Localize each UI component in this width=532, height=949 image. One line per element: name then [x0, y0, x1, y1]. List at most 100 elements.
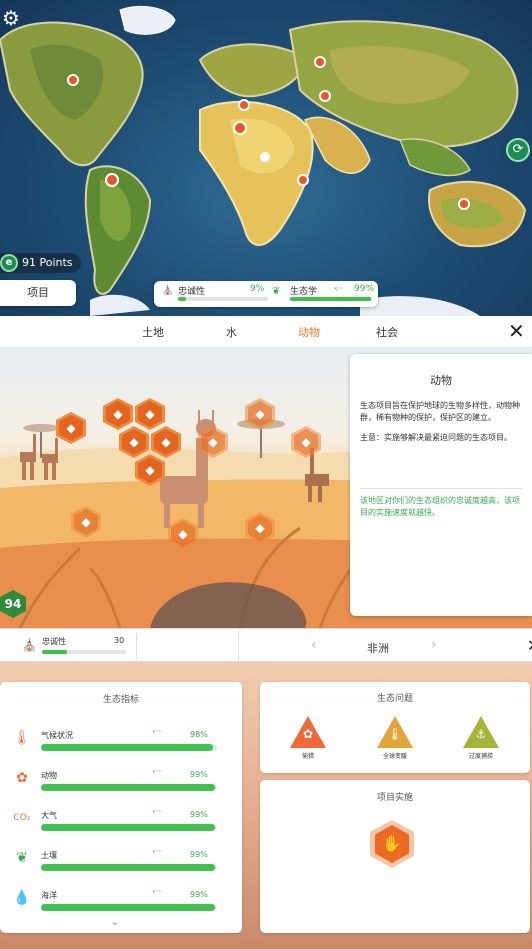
indicator-bar — [41, 744, 217, 751]
region-selector: ‹ 非洲 › ✕ — [238, 631, 532, 661]
loyalty-status: 忠诚性 9% ⛪ — [162, 284, 268, 304]
projects-button[interactable]: 项目 — [0, 280, 76, 306]
implementation-project[interactable]: ✋ — [370, 820, 414, 868]
region-bar: ⛪ 忠诚性 30 ‹ 非洲 › ✕ — [0, 628, 532, 662]
tab-society[interactable]: 社会 — [376, 324, 398, 340]
info-hint: 主意：实施够解决最紧迫问题的生态项目。 — [360, 433, 512, 442]
indicator-pct: 99% — [190, 770, 208, 779]
loyalty-icon: ⛪ — [162, 286, 174, 296]
loyalty-bar — [178, 297, 268, 301]
eco-indicators-card: 生态指标 🌡 气候状况 ‹·· 98% ✿ 动物 ‹·· 99% CO₂ 大气 … — [0, 682, 242, 933]
map-continents — [0, 5, 527, 316]
divider — [136, 633, 137, 659]
warning-triangle-icon: ✿ — [290, 716, 326, 748]
indicator-label: 海洋 — [41, 891, 57, 900]
trend-arrow-icon: ‹·· — [152, 727, 162, 737]
refresh-icon[interactable]: ⟳ — [506, 138, 530, 162]
indicator-pct: 99% — [190, 810, 208, 819]
issue-label: 过度捕捞 — [468, 753, 493, 760]
chevron-left-icon[interactable]: ‹ — [311, 637, 317, 653]
whale-icon: ◆ — [138, 457, 162, 483]
indicator-label: 土壤 — [41, 851, 57, 860]
eco-issues-title: 生态问题 — [376, 694, 413, 704]
warning-triangle-icon: 🌡 — [377, 716, 413, 748]
bird-icon: ◆ — [138, 401, 162, 427]
trend-arrow-icon: ‹·· — [152, 847, 162, 857]
loyalty-pct: 9% — [250, 284, 265, 294]
indicator-row[interactable]: ❦ 土壤 ‹·· 99% — [0, 844, 240, 884]
trend-arrow-icon: ‹·· — [152, 887, 162, 897]
warning-triangle-icon: ⚓ — [463, 716, 499, 748]
ecology-label: 生态学 — [290, 287, 318, 297]
trend-arrow-icon: ‹·· — [152, 807, 162, 817]
loyalty-icon: ⛪ — [22, 638, 37, 652]
issue-poaching[interactable]: ✿ 偷猎 — [283, 716, 333, 760]
indicator-pct: 99% — [190, 850, 208, 859]
tab-animals[interactable]: 动物 — [298, 324, 320, 340]
hand-animal-icon: ◆ — [122, 429, 146, 455]
turtle-icon: ◆ — [154, 429, 178, 455]
info-note: 该地区对你们的生态组织的忠诚度越高，该项目的实施速度就越快。 — [360, 496, 520, 517]
fish-icon: ◆ — [106, 401, 130, 427]
ecology-bar — [290, 297, 372, 301]
indicator-bar — [41, 824, 217, 831]
implementation-title: 项目实施 — [376, 793, 413, 803]
region-loyalty-bar — [42, 650, 126, 654]
indicator-row[interactable]: CO₂ 大气 ‹·· 99% — [0, 804, 240, 844]
issue-overfishing[interactable]: ⚓ 过度捕捞 — [456, 716, 506, 760]
eco-issues-card: 生态问题 ✿ 偷猎 🌡 全球变暖 ⚓ 过度捕捞 — [260, 682, 530, 773]
bear-icon: ◆ — [74, 509, 98, 535]
paw-icon: ✿ — [302, 727, 314, 741]
hand-animal-icon: ✋ — [375, 825, 409, 863]
e-icon: e — [0, 254, 18, 272]
eco-indicators-title: 生态指标 — [102, 695, 139, 705]
points-label: 91 Points — [22, 256, 73, 269]
tab-land[interactable]: 土地 — [142, 324, 164, 340]
loyalty-label: 忠诚性 — [178, 287, 206, 297]
points-badge: e 91 Points — [0, 253, 81, 273]
indicator-pct: 99% — [190, 890, 208, 899]
map-status-panel: 忠诚性 9% ⛪ ❦ 生态学 ‹·· 99% — [154, 281, 378, 307]
lion-icon: ◆ — [171, 521, 195, 547]
deer-icon: ◆ — [201, 429, 225, 455]
world-map[interactable]: ⚙ ⟳ e 91 Points 项目 忠诚性 9% ⛪ ❦ 生态学 ‹·· 99… — [0, 0, 532, 316]
fishhook-icon: ⚓ — [475, 727, 487, 741]
issue-global-warming[interactable]: 🌡 全球变暖 — [370, 716, 420, 760]
category-tabs: 土地 水 动物 社会 ✕ — [0, 316, 532, 348]
info-panel: 动物 生态项目旨在保护地球的生物多样性，动物种群，稀有物种的保护，保护区的建立。… — [350, 354, 532, 616]
animal-icon: ◆ — [248, 401, 272, 427]
ecology-trend-arrow: ‹·· — [334, 284, 344, 294]
water-drop-icon: 💧 — [13, 890, 31, 906]
gear-icon[interactable]: ⚙ — [2, 8, 22, 28]
info-title: 动物 — [430, 374, 452, 387]
implementation-card: 项目实施 ✋ — [260, 780, 530, 933]
indicator-label: 动物 — [41, 771, 57, 780]
indicator-row[interactable]: ✿ 动物 ‹·· 99% — [0, 764, 240, 804]
indicator-bar — [41, 784, 217, 791]
co2-icon: CO₂ — [13, 813, 31, 823]
issue-label: 偷猎 — [301, 753, 314, 760]
issue-label: 全球变暖 — [382, 753, 407, 760]
info-divider — [360, 488, 522, 489]
indicator-bar — [41, 864, 217, 871]
close-icon[interactable]: ✕ — [527, 636, 532, 655]
indicator-row[interactable]: 🌡 气候状况 ‹·· 98% — [0, 724, 240, 764]
tab-water[interactable]: 水 — [226, 324, 237, 340]
indicator-label: 大气 — [41, 811, 57, 820]
leaf-icon: ❦ — [272, 286, 281, 297]
region-name: 非洲 — [367, 642, 389, 655]
chevron-down-icon[interactable]: ⌄ — [110, 914, 120, 928]
chevron-right-icon[interactable]: › — [431, 637, 437, 653]
indicator-label: 气候状况 — [41, 731, 73, 740]
ecology-status: ❦ 生态学 ‹·· 99% — [272, 284, 375, 304]
sprout-icon: ❦ — [16, 850, 28, 866]
thermometer-icon: 🌡 — [387, 727, 403, 741]
indicator-bar — [41, 904, 217, 911]
close-icon[interactable]: ✕ — [508, 320, 525, 342]
indicator-pct: 98% — [190, 730, 208, 739]
plant-icon: ◆ — [248, 515, 272, 541]
paw-icon: ✿ — [16, 770, 28, 786]
trend-arrow-icon: ‹·· — [152, 767, 162, 777]
region-loyalty-value: 30 — [114, 636, 125, 645]
ecology-pct: 99% — [354, 284, 375, 294]
